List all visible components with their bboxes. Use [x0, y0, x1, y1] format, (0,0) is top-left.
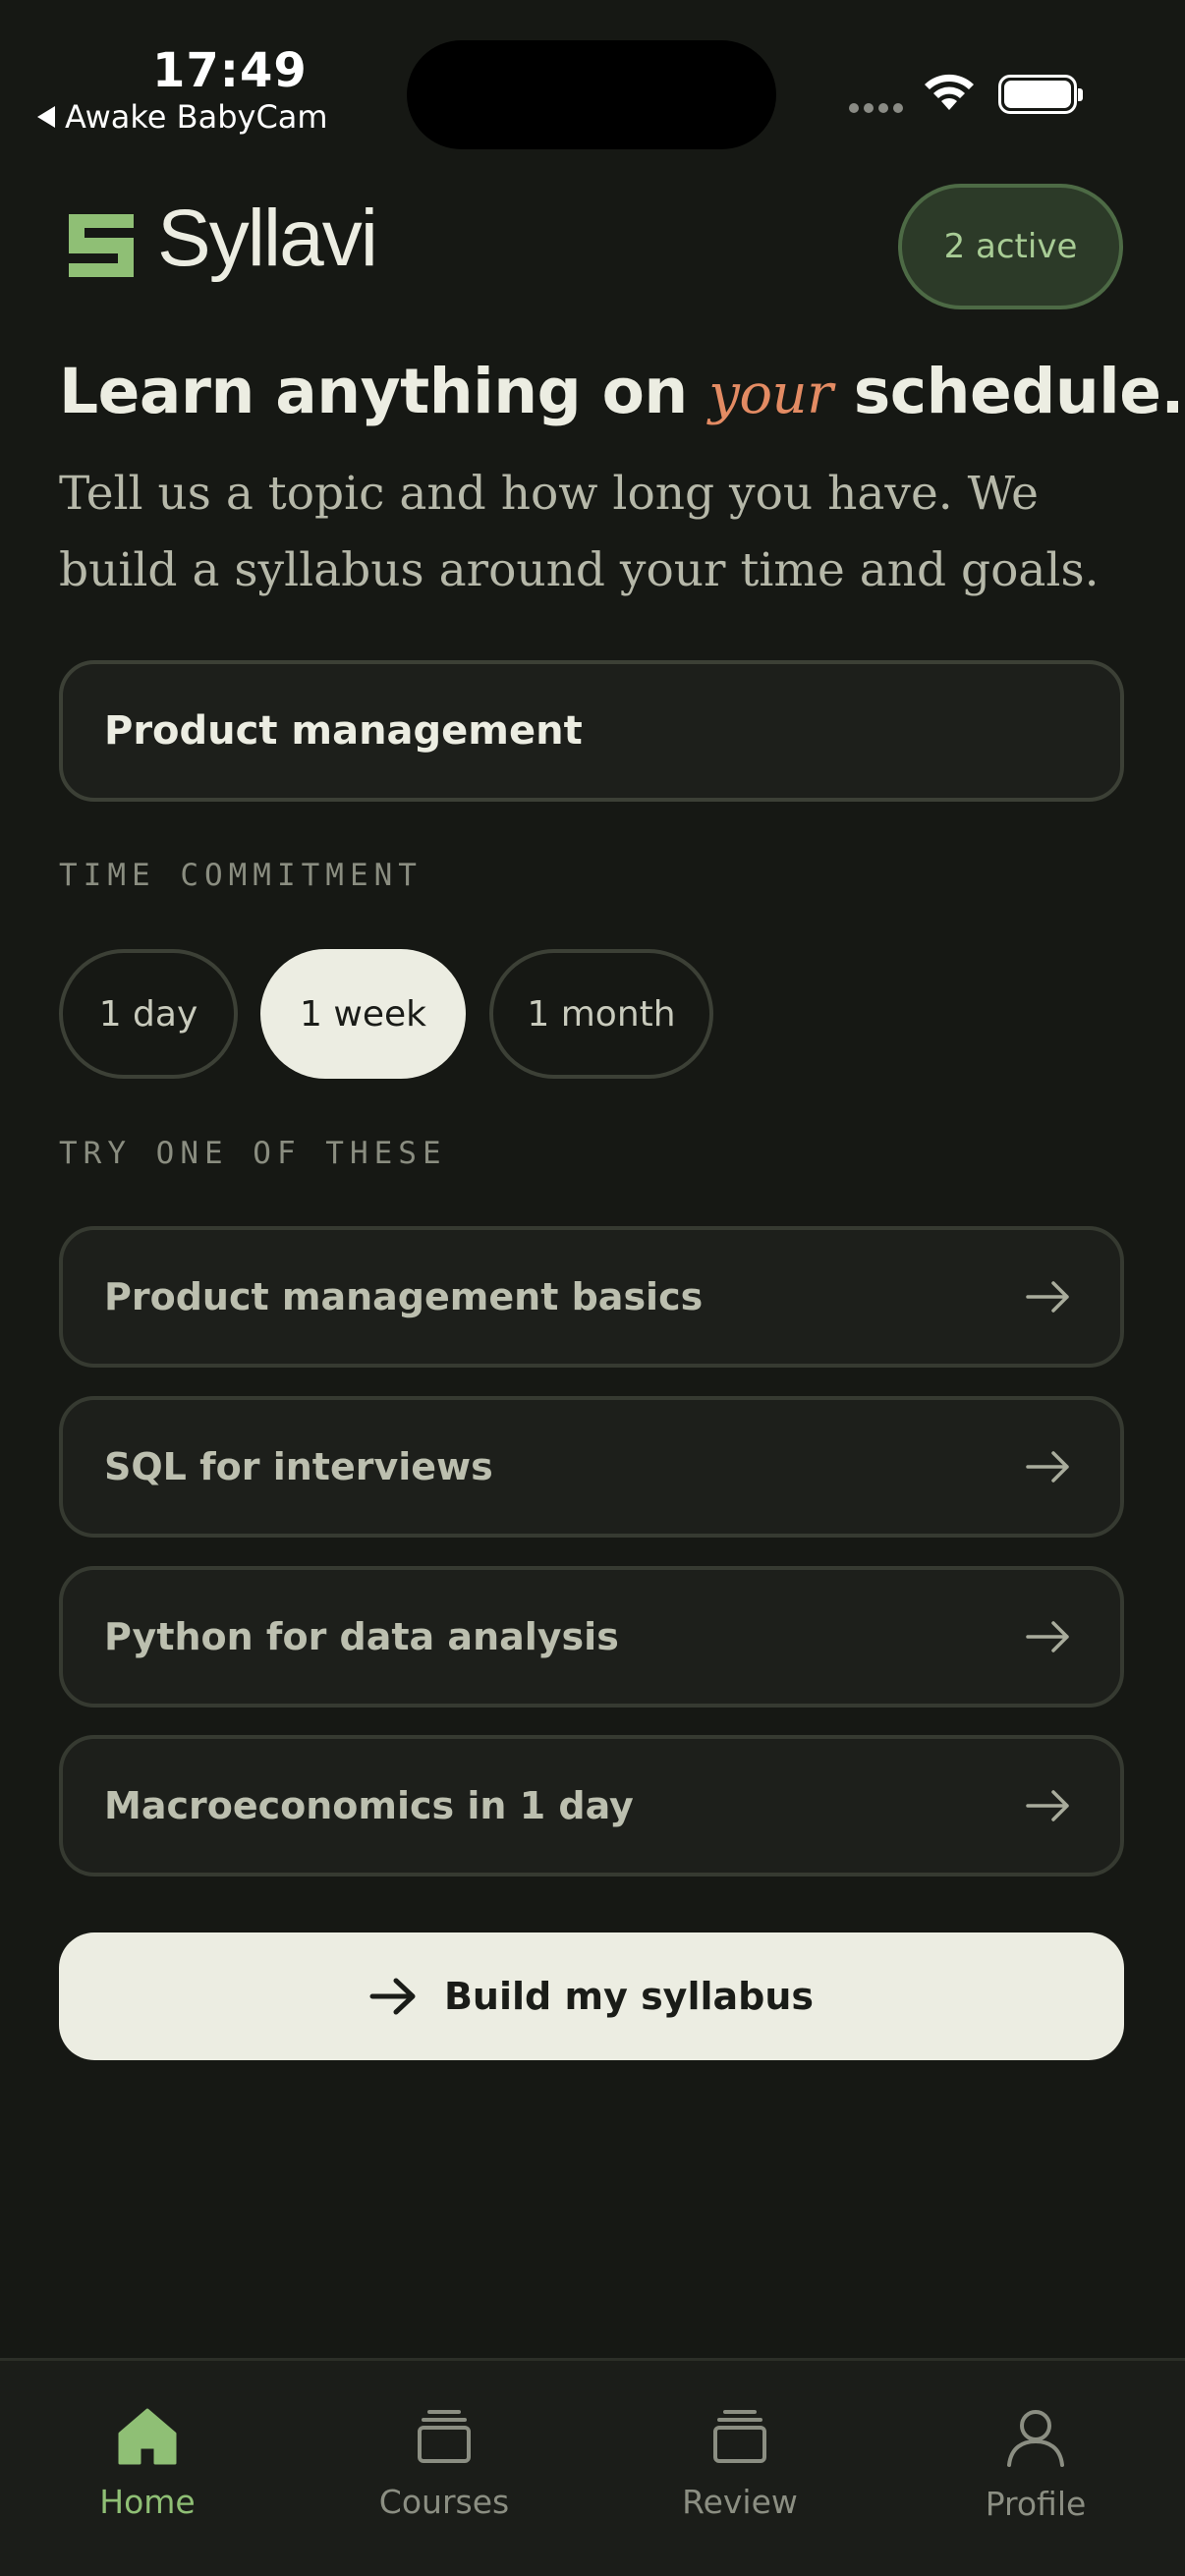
back-to-app-link[interactable]: Awake BabyCam [37, 98, 328, 136]
tab-profile[interactable]: Profile [928, 2408, 1144, 2523]
page-headline: Learn anything on your schedule. [59, 356, 1184, 427]
tab-review-label: Review [682, 2483, 798, 2521]
suggestion-label: Python for data analysis [104, 1615, 619, 1658]
time-option-1-day[interactable]: 1 day [59, 949, 238, 1079]
suggestion-item[interactable]: Macroeconomics in 1 day [59, 1735, 1124, 1876]
tab-home-label: Home [99, 2483, 196, 2521]
build-button-label: Build my syllabus [443, 1975, 815, 2018]
arrow-right-icon [369, 1978, 416, 2015]
headline-start: Learn anything on [59, 356, 709, 427]
suggestion-item[interactable]: Product management basics [59, 1226, 1124, 1368]
arrow-right-icon [1026, 1621, 1069, 1652]
time-option-1-month[interactable]: 1 month [489, 949, 713, 1079]
tab-courses-label: Courses [378, 2483, 510, 2521]
headline-end: schedule. [832, 356, 1185, 427]
back-app-label: Awake BabyCam [65, 98, 328, 136]
arrow-right-icon [1026, 1790, 1069, 1821]
suggestion-label: Product management basics [104, 1275, 704, 1318]
suggestion-label: SQL for interviews [104, 1445, 493, 1488]
syllavi-logo-icon [69, 214, 134, 277]
dynamic-island [407, 40, 776, 149]
bottom-tab-bar: Home Courses Review Profile [0, 2358, 1185, 2576]
tab-profile-label: Profile [985, 2485, 1087, 2523]
cellular-signal-icon [849, 103, 903, 113]
tab-review[interactable]: Review [632, 2408, 848, 2521]
active-courses-badge[interactable]: 2 active [898, 184, 1123, 309]
suggestion-item[interactable]: SQL for interviews [59, 1396, 1124, 1538]
home-icon [118, 2408, 177, 2465]
wifi-icon [925, 74, 974, 110]
review-stack-icon [713, 2410, 766, 2463]
suggestion-label: Macroeconomics in 1 day [104, 1784, 634, 1827]
arrow-right-icon [1026, 1451, 1069, 1483]
tab-home[interactable]: Home [39, 2408, 255, 2521]
courses-stack-icon [418, 2410, 471, 2463]
time-option-1-week[interactable]: 1 week [260, 949, 466, 1079]
arrow-right-icon [1026, 1281, 1069, 1313]
tab-courses[interactable]: Courses [336, 2408, 552, 2521]
suggestion-item[interactable]: Python for data analysis [59, 1566, 1124, 1708]
time-commitment-label: TIME COMMITMENT [59, 858, 423, 893]
status-time: 17:49 [152, 43, 308, 98]
battery-icon [998, 75, 1083, 114]
profile-icon [1007, 2410, 1064, 2467]
build-syllabus-button[interactable]: Build my syllabus [59, 1932, 1124, 2060]
app-name: Syllavi [157, 194, 378, 283]
topic-input[interactable] [59, 660, 1124, 802]
back-arrow-icon [37, 106, 55, 128]
suggestions-label: TRY ONE OF THESE [59, 1136, 447, 1171]
page-subtitle: Tell us a topic and how long you have. W… [59, 467, 1100, 597]
headline-accent: your [708, 363, 833, 426]
